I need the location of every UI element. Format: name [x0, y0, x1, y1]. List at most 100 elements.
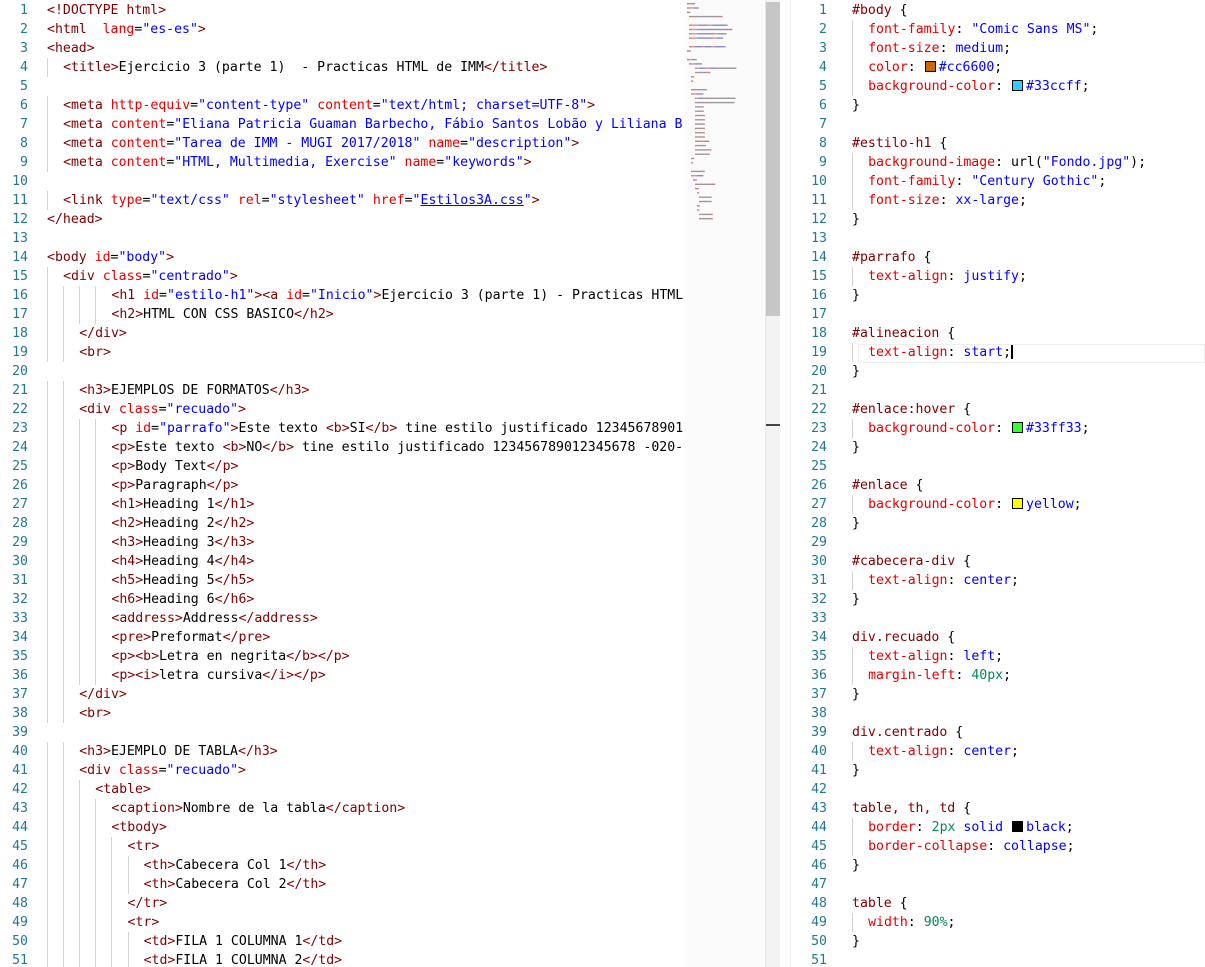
code-line[interactable]: 14 #parrafo { [791, 248, 1205, 267]
code-line[interactable]: 32} [791, 590, 1205, 609]
code-line[interactable]: 26 <p>Paragraph</p> [0, 476, 685, 495]
code-line[interactable]: 46 <th>Cabecera Col 1</th> [0, 856, 685, 875]
code-line[interactable]: 24} [791, 438, 1205, 457]
code-line[interactable]: 45 border-collapse: collapse; [791, 837, 1205, 856]
code-line[interactable]: 19 <br> [0, 343, 685, 362]
code-line[interactable]: 50 <td>FILA 1 COLUMNA 1</td> [0, 932, 685, 951]
code-line[interactable]: 33 [791, 609, 1205, 628]
code-line[interactable]: 20} [791, 362, 1205, 381]
code-line[interactable]: 31 <h5>Heading 5</h5> [0, 571, 685, 590]
code-line[interactable]: 16 <h1 id="estilo-h1"><a id="Inicio">Ejer… [0, 286, 685, 305]
code-line[interactable]: 35 <p><b>Letra en negrita</b></p> [0, 647, 685, 666]
code-line[interactable]: 3 font-size: medium; [791, 39, 1205, 58]
code-line[interactable]: 18 </div> [0, 324, 685, 343]
code-line[interactable]: 20 [0, 362, 685, 381]
code-line[interactable]: 7 [791, 115, 1205, 134]
stylesheet-link[interactable]: Estilos3A.css [421, 193, 524, 208]
code-line[interactable]: 8 #estilo-h1 { [791, 134, 1205, 153]
code-line[interactable]: 42 <table> [0, 780, 685, 799]
code-line[interactable]: 30 #cabecera-div { [791, 552, 1205, 571]
code-line[interactable]: 38 [791, 704, 1205, 723]
code-line[interactable]: 41} [791, 761, 1205, 780]
code-line[interactable]: 37 </div> [0, 685, 685, 704]
code-line[interactable]: 17 [791, 305, 1205, 324]
code-line[interactable]: 24 <p>Este texto <b>NO</b> tine estilo ju… [0, 438, 685, 457]
code-line[interactable]: 15 <div class="centrado"> [0, 267, 685, 286]
html-editor-pane[interactable]: 1 <!DOCTYPE html> 2 <html lang="es-es"> 3 <he… [0, 0, 685, 967]
code-line[interactable]: 35 text-align: left; [791, 647, 1205, 666]
code-line[interactable]: 38 <br> [0, 704, 685, 723]
code-line[interactable]: 23 background-color: #33ff33; [791, 419, 1205, 438]
code-line[interactable]: 50} [791, 932, 1205, 951]
code-line[interactable]: 27 <h1>Heading 1</h1> [0, 495, 685, 514]
code-line[interactable]: 4 color: #cc6600; [791, 58, 1205, 77]
code-line[interactable]: 16} [791, 286, 1205, 305]
code-line[interactable]: 29 <h3>Heading 3</h3> [0, 533, 685, 552]
code-line[interactable]: 40 <h3>EJEMPLO DE TABLA</h3> [0, 742, 685, 761]
css-editor-pane[interactable]: 1 #body {2 font-family: "Comic Sans MS"; 3 f… [790, 0, 1205, 967]
code-line[interactable]: 25 [791, 457, 1205, 476]
code-line[interactable]: 34 div.recuado { [791, 628, 1205, 647]
code-line[interactable]: 41 <div class="recuado"> [0, 761, 685, 780]
code-line[interactable]: 36 <p><i>letra cursiva</i></p> [0, 666, 685, 685]
code-line[interactable]: 51 [791, 951, 1205, 967]
code-line[interactable]: 4 <title>Ejercicio 3 (parte 1) - Practica… [0, 58, 685, 77]
code-line[interactable]: 6} [791, 96, 1205, 115]
code-line[interactable]: 2 <html lang="es-es"> [0, 20, 685, 39]
code-line[interactable]: 15 text-align: justify; [791, 267, 1205, 286]
html-editor-lines[interactable]: 1 <!DOCTYPE html> 2 <html lang="es-es"> 3 <he… [0, 1, 685, 967]
color-swatch-icon[interactable] [924, 61, 936, 72]
code-line[interactable]: 21 <h3>EJEMPLOS DE FORMATOS</h3> [0, 381, 685, 400]
code-line[interactable]: 44 <tbody> [0, 818, 685, 837]
code-line[interactable]: 13 [0, 229, 685, 248]
code-line[interactable]: 14 <body id="body"> [0, 248, 685, 267]
code-line[interactable]: 49 <tr> [0, 913, 685, 932]
code-line[interactable]: 47 <th>Cabecera Col 2</th> [0, 875, 685, 894]
scrollbar-thumb[interactable] [766, 2, 780, 316]
code-line[interactable]: 1 <!DOCTYPE html> [0, 1, 685, 20]
code-line[interactable]: 10 font-family: "Century Gothic"; [791, 172, 1205, 191]
color-swatch-icon[interactable] [1012, 498, 1024, 509]
color-swatch-icon[interactable] [1012, 821, 1024, 832]
code-line[interactable]: 40 text-align: center; [791, 742, 1205, 761]
code-line[interactable]: 29 [791, 533, 1205, 552]
code-line[interactable]: 46} [791, 856, 1205, 875]
code-line[interactable]: 25 <p>Body Text</p> [0, 457, 685, 476]
code-line[interactable]: 33 <address>Address</address> [0, 609, 685, 628]
code-line[interactable]: 44 border: 2px solid black; [791, 818, 1205, 837]
code-line[interactable]: 36 margin-left: 40px; [791, 666, 1205, 685]
code-line[interactable]: 22 <div class="recuado"> [0, 400, 685, 419]
code-line[interactable]: 31 text-align: center; [791, 571, 1205, 590]
code-line[interactable]: 51 <td>FILA 1 COLUMNA 2</td> [0, 951, 685, 967]
code-line[interactable]: 32 <h6>Heading 6</h6> [0, 590, 685, 609]
code-line[interactable]: 37} [791, 685, 1205, 704]
code-line[interactable]: 5 [0, 77, 685, 96]
code-line[interactable]: 9 background-image: url("Fondo.jpg"); [791, 153, 1205, 172]
color-swatch-icon[interactable] [1012, 80, 1024, 91]
code-line[interactable]: 10 [0, 172, 685, 191]
code-line[interactable]: 43 <caption>Nombre de la tabla</caption> [0, 799, 685, 818]
code-line[interactable]: 3 <head> [0, 39, 685, 58]
code-line[interactable]: 39 div.centrado { [791, 723, 1205, 742]
code-line[interactable]: 48 </tr> [0, 894, 685, 913]
code-line[interactable]: 28} [791, 514, 1205, 533]
code-line[interactable]: 12} [791, 210, 1205, 229]
color-swatch-icon[interactable] [1012, 422, 1024, 433]
code-line[interactable]: 13 [791, 229, 1205, 248]
code-line[interactable]: 43 table, th, td { [791, 799, 1205, 818]
code-line[interactable]: 39 [0, 723, 685, 742]
code-line[interactable]: 48 table { [791, 894, 1205, 913]
code-line[interactable]: 30 <h4>Heading 4</h4> [0, 552, 685, 571]
code-line[interactable]: 26 #enlace { [791, 476, 1205, 495]
code-line[interactable]: 7 <meta content="Eliana Patricia Guaman B… [0, 115, 685, 134]
code-line[interactable]: 12 </head> [0, 210, 685, 229]
code-line[interactable]: 34 <pre>Preformat</pre> [0, 628, 685, 647]
minimap[interactable] [685, 0, 765, 967]
code-line[interactable]: 1 #body { [791, 1, 1205, 20]
code-line[interactable]: 6 <meta http-equiv="content-type" content… [0, 96, 685, 115]
code-line[interactable]: 9 <meta content="HTML, Multimedia, Exerci… [0, 153, 685, 172]
code-line[interactable]: 17 <h2>HTML CON CSS BASICO</h2> [0, 305, 685, 324]
code-line[interactable]: 28 <h2>Heading 2</h2> [0, 514, 685, 533]
code-line[interactable]: 21 [791, 381, 1205, 400]
code-line[interactable]: 22 #enlace:hover { [791, 400, 1205, 419]
